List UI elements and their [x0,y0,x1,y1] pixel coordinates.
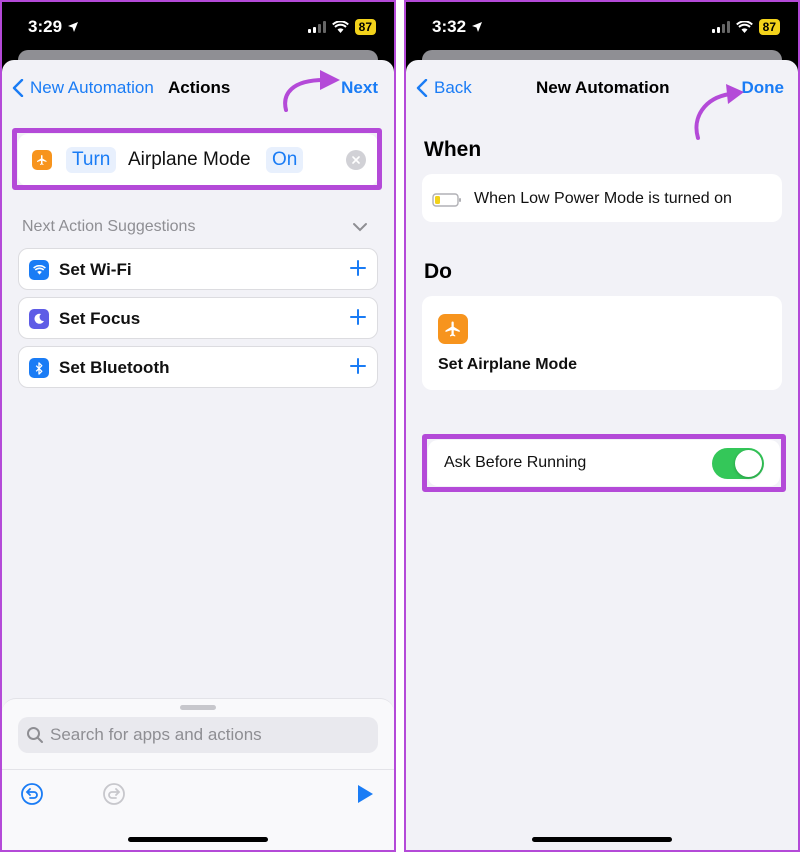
back-button[interactable]: Back [416,78,472,98]
highlight-box [422,434,786,492]
location-arrow-icon [472,22,483,32]
wifi-status-icon [735,21,753,33]
status-bar: 3:29 87 [2,2,394,56]
chevron-down-icon[interactable] [352,220,368,234]
play-icon[interactable] [352,782,376,806]
search-input[interactable]: Search for apps and actions [18,717,378,753]
redo-icon[interactable] [102,782,126,806]
signal-icon [307,21,326,33]
back-button[interactable]: New Automation [12,78,154,98]
location-arrow-icon [68,22,79,32]
home-indicator [532,837,672,842]
wifi-icon [29,260,49,280]
airplane-icon [438,314,468,344]
suggestion-set-bluetooth[interactable]: Set Bluetooth [18,346,378,388]
moon-icon [29,309,49,329]
trigger-card[interactable]: When Low Power Mode is turned on [422,174,782,222]
right-screenshot: 3:32 87 Back New Automation Done When Wh… [404,0,800,852]
trigger-label: When Low Power Mode is turned on [474,190,732,207]
low-battery-icon [432,193,461,207]
annotation-arrow-icon [283,70,340,112]
suggestion-set-wifi[interactable]: Set Wi-Fi [18,248,378,290]
suggestions-heading: Next Action Suggestions [22,218,374,238]
status-time: 3:29 [28,17,63,36]
action-search-panel: Search for apps and actions [2,698,394,850]
when-heading: When [424,138,482,161]
battery-indicator: 87 [354,19,376,35]
battery-indicator: 87 [758,19,780,35]
plus-icon[interactable] [349,259,367,277]
home-indicator [128,837,268,842]
chevron-left-icon [416,79,428,97]
page-title: New Automation [536,78,670,97]
status-bar: 3:32 87 [406,2,798,56]
status-time: 3:32 [432,17,467,36]
highlight-box [12,128,382,190]
page-title: Actions [168,78,231,97]
undo-icon[interactable] [20,782,44,806]
bluetooth-icon [29,358,49,378]
actions-sheet: New Automation Actions Next Turn Airplan… [2,60,394,850]
plus-icon[interactable] [349,308,367,326]
plus-icon[interactable] [349,357,367,375]
left-screenshot: 3:29 87 New Automation Actions Next Turn… [0,0,396,852]
wifi-status-icon [331,21,349,33]
do-heading: Do [424,260,452,283]
sheet-grabber[interactable] [180,705,216,710]
signal-icon [711,21,730,33]
do-action-card[interactable]: Set Airplane Mode [422,296,782,390]
automation-sheet: Back New Automation Done When When Low P… [406,60,798,850]
editor-toolbar [2,769,394,809]
suggestion-set-focus[interactable]: Set Focus [18,297,378,339]
chevron-left-icon [12,79,24,97]
do-action-label: Set Airplane Mode [438,356,577,373]
search-icon [27,727,43,743]
annotation-arrow-icon [694,84,744,140]
